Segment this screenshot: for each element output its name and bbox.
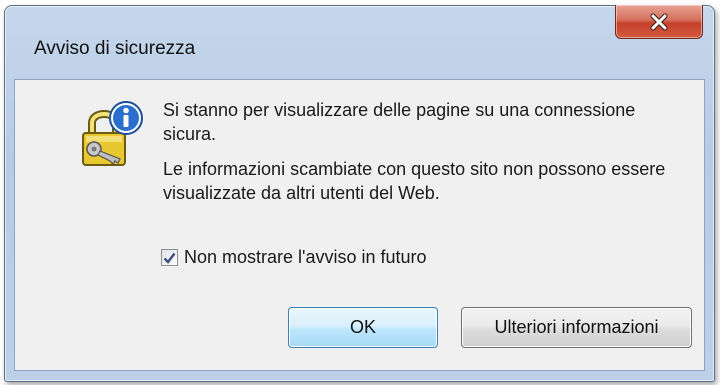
more-info-button[interactable]: Ulteriori informazioni — [461, 307, 692, 348]
close-button[interactable] — [615, 5, 703, 39]
message-line-privacy: Le informazioni scambiate con questo sit… — [163, 159, 666, 203]
dialog-title: Avviso di sicurezza — [34, 38, 196, 59]
warning-message: Si stanno per visualizzare delle pagine … — [163, 98, 683, 205]
security-warning-dialog: Avviso di sicurezza Si stanno per visual… — [4, 5, 715, 382]
checkmark-icon — [163, 252, 176, 264]
close-icon — [650, 13, 668, 30]
title-bar[interactable]: Avviso di sicurezza — [5, 5, 714, 79]
dont-show-again-checkbox[interactable] — [161, 249, 178, 266]
dont-show-again-label: Non mostrare l'avviso in futuro — [184, 247, 427, 267]
ok-button[interactable]: OK — [288, 307, 438, 348]
lock-info-icon — [82, 101, 143, 166]
dont-show-again-option[interactable]: Non mostrare l'avviso in futuro — [161, 247, 427, 268]
dialog-content: Si stanno per visualizzare delle pagine … — [14, 79, 705, 371]
message-line-secure-connection: Si stanno per visualizzare delle pagine … — [163, 100, 636, 144]
